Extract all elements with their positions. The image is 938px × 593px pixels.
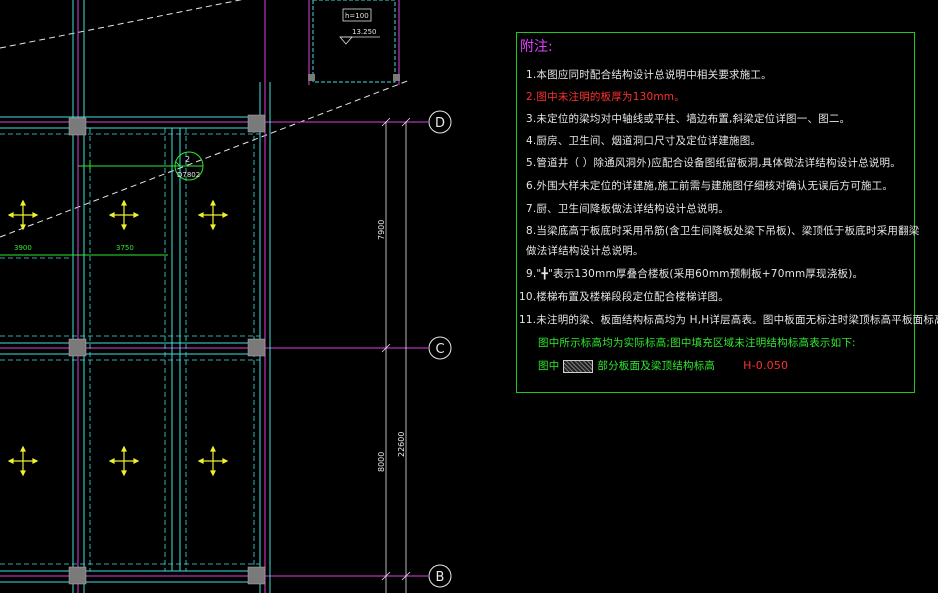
note-green-line-1: 图中所示标高均为实际标高;图中填充区域未注明结构标高表示如下: xyxy=(538,337,856,349)
note-elevation-value: H-0.050 xyxy=(743,359,789,372)
hatch-swatch-icon xyxy=(563,359,594,373)
section-h-value: h=100 xyxy=(345,12,369,20)
note-item-5: 5.管道井（ ）除通风洞外)应配合设备图纸留板洞,具体做法详结构设计总说明。 xyxy=(526,157,901,169)
note-green-prefix: 图中 xyxy=(538,360,560,372)
note-item-7: 7.厨、卫生间降板做法详结构设计总说明。 xyxy=(526,203,730,215)
dashed-beam-lines xyxy=(0,128,260,571)
grid-bubble-C[interactable]: C xyxy=(428,336,452,360)
note-item-8-cont: 做法详结构设计总说明。 xyxy=(526,245,644,257)
dim-total: 22600 xyxy=(397,432,406,457)
diagonal-dashed-line-top xyxy=(0,0,243,49)
notes-title: 附注: xyxy=(520,39,553,55)
note-green-line-2: 图中 部分板面及梁顶结构标高 H-0.050 xyxy=(538,358,788,373)
detail-tag-number: 2 xyxy=(185,155,190,164)
dim-vertical-upper: 7900 xyxy=(377,220,386,240)
grid-bubble-B[interactable]: B xyxy=(428,564,452,588)
dim-vertical-lower: 8000 xyxy=(377,452,386,472)
slab-symbols xyxy=(7,199,229,477)
diagonal-dashed-line-middle xyxy=(0,79,411,238)
dim-span-right: 3750 xyxy=(116,244,134,252)
note-item-3: 3.未定位的梁均对中轴线或平柱、墙边布置,斜梁定位详图一、图二。 xyxy=(526,113,851,125)
grid-label-C: C xyxy=(435,342,444,357)
note-green-suffix: 部分板面及梁顶结构标高 xyxy=(597,360,716,372)
note-item-9: 9."╋"表示130mm厚叠合楼板(采用60mm预制板+70mm厚现浇板)。 xyxy=(526,268,864,280)
grid-bubble-D[interactable]: D xyxy=(428,110,452,134)
detail-tag-code: D7802 xyxy=(177,171,200,179)
note-item-8: 8.当梁底高于板底时采用吊筋(含卫生间降板处梁下吊板)、梁顶低于板底时采用翻梁 xyxy=(526,225,920,237)
detail-tag[interactable]: 2 D7802 xyxy=(174,151,204,181)
note-item-4: 4.厨房、卫生间、烟道洞口尺寸及定位详建施图。 xyxy=(526,135,762,147)
grid-label-B: B xyxy=(436,570,445,585)
columns xyxy=(68,114,266,585)
note-item-1: 1.本图应同时配合结构设计总说明中相关要求施工。 xyxy=(526,69,772,81)
top-shaft-box: h=100 13.250 xyxy=(308,0,400,85)
note-item-10: 10.楼梯布置及楼梯段段定位配合楼梯详图。 xyxy=(519,291,729,303)
notes-panel[interactable]: 附注: 1.本图应同时配合结构设计总说明中相关要求施工。 2.图中未注明的板厚为… xyxy=(516,32,938,393)
note-item-11: 11.未注明的梁、板面结构标高均为 H,H详层高表。图中板面无标注时梁顶标高平板… xyxy=(519,314,938,326)
beam-lines xyxy=(0,0,271,593)
dim-span-left: 3900 xyxy=(14,244,32,252)
grid-label-D: D xyxy=(435,116,445,131)
section-elevation: 13.250 xyxy=(352,28,377,36)
note-item-2: 2.图中未注明的板厚为130mm。 xyxy=(526,91,685,103)
note-item-6: 6.外围大样未定位的详建施,施工前需与建施图仔细核对确认无误后方可施工。 xyxy=(526,180,894,192)
vertical-dimension-chain xyxy=(381,117,411,593)
